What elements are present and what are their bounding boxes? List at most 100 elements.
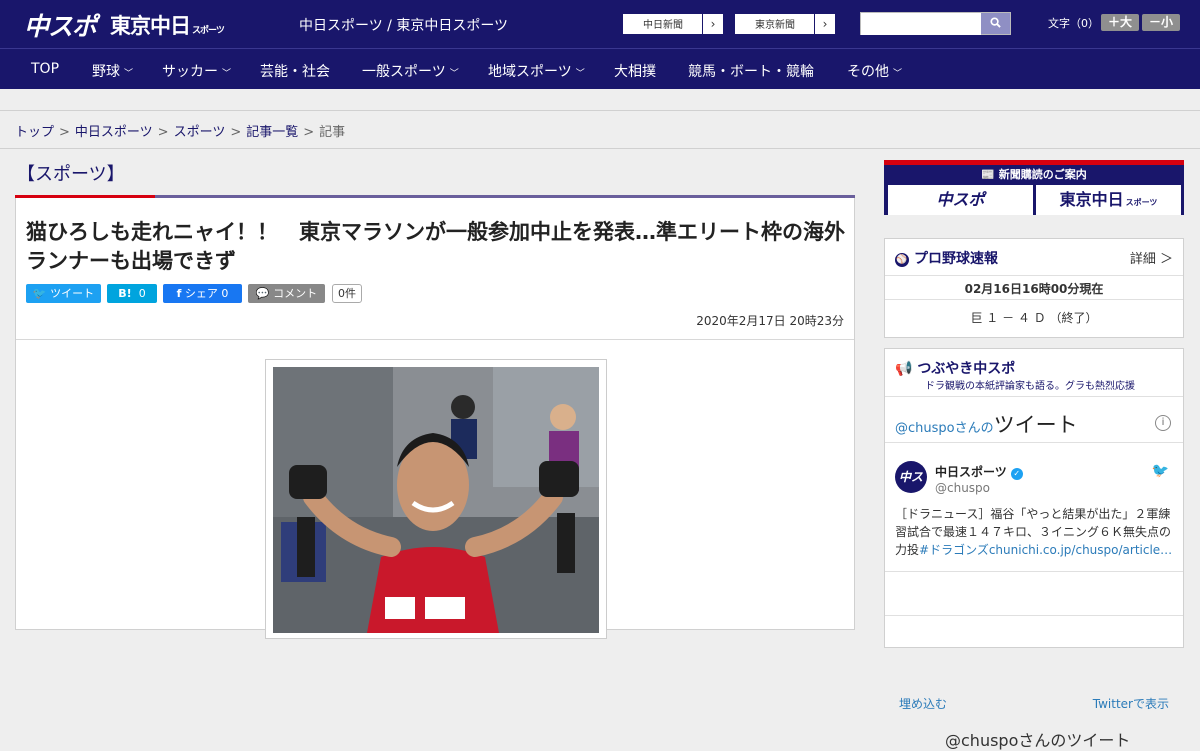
box-divider [885,442,1183,443]
facebook-icon: f [176,287,182,300]
nav-item-local-sports[interactable]: 地域スポーツ ﹀ [488,61,585,81]
tweet-button-label: ツイート [50,287,95,300]
baseball-scores-box: ⚾ プロ野球速報 詳細 ＞ 02月16日16時00分現在 巨 １ － ４ Ｄ （終… [884,238,1184,338]
chevron-down-icon: ﹀ [893,69,903,79]
breadcrumb-article-list[interactable]: 記事一覧 [246,125,298,140]
nav-label: 競馬・ボート・競輪 [688,64,814,80]
tokyo-subscribe-label: 東京中日 [1059,190,1124,209]
comment-count: 0件 [332,284,362,303]
hatena-count: 0 [138,287,146,300]
nav-item-other[interactable]: その他 ﹀ [847,61,902,81]
chuspo-logo[interactable]: 中スポ [24,7,97,43]
breadcrumb-separator: > [157,125,169,140]
tweets-box-heading: 📢 つぶやき中スポ [895,358,1015,378]
nav-label: 大相撲 [614,64,656,80]
nav-item-soccer[interactable]: サッカー ﹀ [162,61,231,81]
box-divider [885,396,1183,397]
nav-label: TOP [31,61,60,77]
baseball-box-title: プロ野球速報 [914,251,998,267]
article-date: 2020年2月17日 20時23分 [696,314,844,328]
site-tagline: 中日スポーツ / 東京中日スポーツ [299,18,509,34]
tokyo-chunichi-logo[interactable]: 東京中日 スポーツ [110,10,225,40]
tweets-footer-title: @chuspoさんのツイート [945,731,1131,750]
site-header: 中スポ 東京中日 スポーツ 中日スポーツ / 東京中日スポーツ 中日新聞 › 東京… [0,0,1200,48]
main-nav: TOP 野球 ﹀ サッカー ﹀ 芸能・社会 一般スポーツ ﹀ 地域スポーツ ﹀ 大相撲 … [0,48,1200,89]
baseball-box-heading: ⚾ プロ野球速報 [895,248,998,268]
box-divider [885,571,1183,572]
marathon-runner-photo [273,367,599,633]
article-title: 猫ひろしも走れニャイ！！ 東京マラソンが一般参加中止を発表…準エリート枠の海外ラ… [26,220,845,273]
breadcrumb-top[interactable]: トップ [15,125,54,140]
paper-link-label: 東京新聞 [755,20,795,31]
nav-item-top[interactable]: TOP [31,61,59,77]
tweet-text: ［ドラニュース］福谷「やっと結果が出た」２軍練習試合で最速１４７キロ、３イニング… [895,505,1175,559]
font-size-label: 文字（0） [1048,17,1099,30]
nav-label: 芸能・社会 [260,64,330,80]
breadcrumb-current: 記事 [319,125,346,140]
speech-bubble-icon: 💬 [255,287,270,300]
section-heading: 【スポーツ】 [17,164,125,185]
chevron-right-icon: › [814,14,835,34]
twitter-bird-icon[interactable]: 🐦 [1152,463,1169,479]
facebook-share-label: シェア 0 [184,287,229,300]
article-photo[interactable] [265,359,607,639]
tokyo-logo-text: 東京中日 [110,14,191,38]
avatar[interactable]: 中スポ [895,461,927,516]
nav-label: 地域スポーツ [488,64,572,80]
breadcrumb-separator: > [230,125,242,140]
breadcrumb-chuspo[interactable]: 中日スポーツ [75,125,153,140]
chevron-down-icon: ﹀ [449,69,459,79]
subscription-banner-head: 📰 新聞購読のご案内 [884,166,1184,182]
chevron-down-icon: ﹀ [222,69,232,79]
chevron-right-icon: › [702,14,723,34]
widget-user[interactable]: @chuspoさんの [895,421,994,436]
hatena-icon: B! [118,287,132,300]
baseball-score[interactable]: 巨 １ － ４ Ｄ （終了） [885,309,1183,326]
breadcrumb-sports[interactable]: スポーツ [174,125,226,140]
nav-item-general-sports[interactable]: 一般スポーツ ﹀ [362,61,459,81]
nav-item-sumo[interactable]: 大相撲 [614,61,656,81]
tweet-account-name[interactable]: 中日スポーツ ✓ [935,463,1023,480]
font-smaller-button[interactable]: －小 [1142,14,1180,31]
tweets-box-title: つぶやき中スポ [917,361,1016,377]
font-larger-button[interactable]: ＋大 [1101,14,1139,31]
box-divider [885,299,1183,300]
nav-item-racing[interactable]: 競馬・ボート・競輪 [688,61,814,81]
nav-label: その他 [847,64,889,80]
tokyo-subscribe-sub: スポーツ [1125,198,1158,207]
chunichi-shimbun-link[interactable]: 中日新聞 › [622,13,724,35]
box-divider [885,615,1183,616]
embed-link[interactable]: 埋め込む [899,695,947,712]
nav-item-baseball[interactable]: 野球 ﹀ [92,61,133,81]
twitter-widget-header: @chuspoさんのツイート [895,409,1078,439]
breadcrumb: トップ > 中日スポーツ > スポーツ > 記事一覧 > 記事 [0,112,1200,149]
nav-item-entertainment[interactable]: 芸能・社会 [260,61,330,81]
hatena-bookmark-button[interactable]: B! 0 [107,284,157,303]
breadcrumb-separator: > [303,125,315,140]
verified-badge-icon: ✓ [1010,468,1023,480]
view-on-twitter-link[interactable]: Twitterで表示 [1093,695,1169,712]
search-button[interactable] [981,13,1010,34]
tweet-link[interactable]: #ドラゴンズchunichi.co.jp/chuspo/article… [919,543,1172,557]
tweets-box: 📢 つぶやき中スポ ドラ観戦の本紙評論家も語る。グラも熱烈応援 @chuspoさ… [884,348,1184,750]
info-icon[interactable]: i [1155,415,1171,431]
tokyo-chunichi-subscribe-button[interactable]: 東京中日 スポーツ [1036,185,1181,215]
search-icon [990,17,1001,28]
subscription-banner[interactable]: 📰 新聞購読のご案内 中スポ 東京中日 スポーツ [884,160,1184,215]
comment-button-label: コメント [273,287,318,300]
facebook-share-button[interactable]: f シェア 0 [163,284,242,303]
chevron-down-icon: ﹀ [575,69,585,79]
paper-link-label: 中日新聞 [643,20,683,31]
article-card: 猫ひろしも走れニャイ！！ 東京マラソンが一般参加中止を発表…準エリート枠の海外ラ… [15,198,855,639]
tweet-account-handle[interactable]: @chuspo [935,481,990,495]
comment-button[interactable]: 💬 コメント [248,284,325,303]
search-input[interactable] [861,13,981,35]
nav-label: 一般スポーツ [362,64,446,80]
tweet-button[interactable]: 🐦 ツイート [26,284,101,303]
chevron-down-icon: ﹀ [124,69,134,79]
tokyo-shimbun-link[interactable]: 東京新聞 › [734,13,836,35]
nav-label: 野球 [92,64,120,80]
search-box [860,12,1011,35]
chuspo-subscribe-button[interactable]: 中スポ [888,185,1033,215]
baseball-detail-link[interactable]: 詳細 ＞ [1130,248,1173,267]
